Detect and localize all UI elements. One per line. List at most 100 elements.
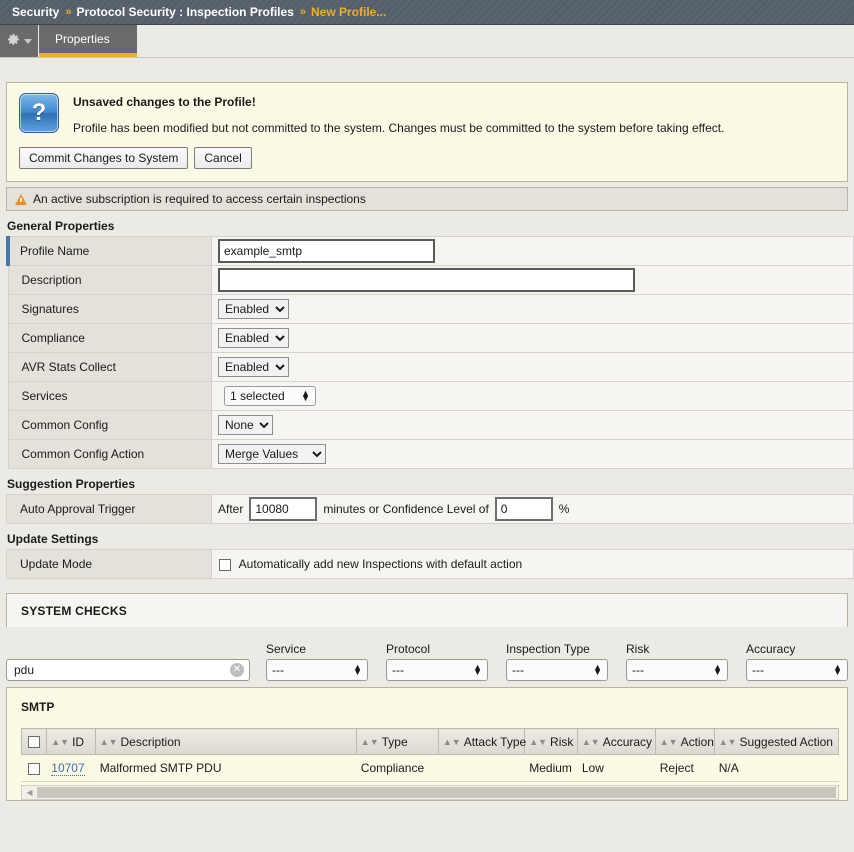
auto-add-inspections-checkbox[interactable] <box>219 559 231 571</box>
filter-inspection-type-label: Inspection Type <box>506 642 608 656</box>
table-header-row: ▲▼ID ▲▼Description ▲▼Type ▲▼Attack Type <box>22 729 839 755</box>
column-header-attack-type-label: Attack Type <box>464 735 526 749</box>
updown-spinner-icon: ▲▼ <box>301 391 310 401</box>
cell-description: Malformed SMTP PDU <box>95 755 356 782</box>
cell-signatures: Enabled <box>212 295 854 324</box>
column-header-action-label: Action <box>681 735 714 749</box>
system-checks-title: SYSTEM CHECKS <box>21 604 127 618</box>
cell-common-config-action: Merge Values <box>212 440 854 469</box>
column-header-description-label: Description <box>121 735 181 749</box>
warning-triangle-icon <box>15 194 27 205</box>
profile-name-input[interactable] <box>218 239 435 263</box>
chevron-left-icon[interactable]: ◀ <box>22 788 37 797</box>
filter-accuracy-label: Accuracy <box>746 642 848 656</box>
column-header-description[interactable]: ▲▼Description <box>95 729 356 755</box>
cell-services: 1 selected ▲▼ <box>212 382 854 411</box>
row-compliance: Compliance Enabled <box>8 324 854 353</box>
label-auto-approval-trigger: Auto Approval Trigger <box>7 495 212 524</box>
results-grid-wrapper: ▲▼ID ▲▼Description ▲▼Type ▲▼Attack Type <box>7 728 847 782</box>
tab-properties-label: Properties <box>55 32 110 46</box>
tab-properties[interactable]: Properties <box>39 25 137 57</box>
column-header-attack-type[interactable]: ▲▼Attack Type <box>438 729 524 755</box>
services-multiselect[interactable]: 1 selected ▲▼ <box>224 386 316 406</box>
filter-accuracy: Accuracy --- ▲▼ <box>746 642 848 681</box>
confidence-level-input[interactable] <box>495 497 553 521</box>
auto-approval-minutes-input[interactable] <box>249 497 317 521</box>
column-header-risk[interactable]: ▲▼Risk <box>525 729 578 755</box>
question-mark-glyph: ? <box>32 101 47 125</box>
cancel-button[interactable]: Cancel <box>194 147 251 169</box>
sort-icon: ▲▼ <box>529 738 547 747</box>
clear-search-icon[interactable]: ✕ <box>230 663 244 677</box>
filter-protocol-select[interactable]: --- ▲▼ <box>386 659 488 681</box>
label-signatures: Signatures <box>8 295 212 324</box>
filter-protocol: Protocol --- ▲▼ <box>386 642 488 681</box>
label-profile-name: Profile Name <box>8 237 212 266</box>
results-panel: SMTP ▲▼ID <box>6 687 848 801</box>
updown-spinner-icon: ▲▼ <box>473 665 482 675</box>
minutes-confidence-text: minutes or Confidence Level of <box>323 502 488 516</box>
sort-icon: ▲▼ <box>443 738 461 747</box>
filter-service: Service --- ▲▼ <box>266 642 368 681</box>
page-content: ? Unsaved changes to the Profile! Profil… <box>0 58 854 801</box>
updown-spinner-icon: ▲▼ <box>593 665 602 675</box>
description-input[interactable] <box>218 268 635 292</box>
column-header-accuracy[interactable]: ▲▼Accuracy <box>577 729 655 755</box>
column-header-type-label: Type <box>382 735 408 749</box>
subscription-warning: An active subscription is required to ac… <box>6 187 848 211</box>
avr-stats-collect-select[interactable]: Enabled <box>218 357 289 377</box>
filter-inspection-type-select[interactable]: --- ▲▼ <box>506 659 608 681</box>
horizontal-scrollbar[interactable]: ◀ <box>21 785 839 800</box>
column-header-id-label: ID <box>72 735 84 749</box>
filter-risk-select[interactable]: --- ▲▼ <box>626 659 728 681</box>
column-header-action[interactable]: ▲▼Action <box>655 729 714 755</box>
chevron-down-icon <box>24 39 32 44</box>
select-all-header <box>22 729 47 755</box>
column-header-id[interactable]: ▲▼ID <box>47 729 95 755</box>
system-checks-filter-bar: ✕ Service --- ▲▼ Protocol --- ▲▼ Inspect… <box>6 627 848 687</box>
cell-avr-stats-collect: Enabled <box>212 353 854 382</box>
cell-description <box>212 266 854 295</box>
general-properties-table: Profile Name Description Signatures Enab… <box>6 236 854 469</box>
sort-icon: ▲▼ <box>100 738 118 747</box>
commit-changes-button[interactable]: Commit Changes to System <box>19 147 188 169</box>
updown-spinner-icon: ▲▼ <box>833 665 842 675</box>
signatures-select[interactable]: Enabled <box>218 299 289 319</box>
common-config-action-select[interactable]: Merge Values <box>218 444 326 464</box>
filter-risk-label: Risk <box>626 642 728 656</box>
update-settings-heading: Update Settings <box>0 524 854 549</box>
cell-suggested-action: N/A <box>714 755 838 782</box>
cell-risk: Medium <box>525 755 578 782</box>
row-select-checkbox[interactable] <box>28 763 40 775</box>
search-input[interactable] <box>6 659 250 681</box>
cell-accuracy: Low <box>577 755 655 782</box>
compliance-select[interactable]: Enabled <box>218 328 289 348</box>
sort-icon: ▲▼ <box>582 738 600 747</box>
label-common-config-action: Common Config Action <box>8 440 212 469</box>
filter-accuracy-select[interactable]: --- ▲▼ <box>746 659 848 681</box>
cell-id: 10707 <box>47 755 95 782</box>
updown-spinner-icon: ▲▼ <box>713 665 722 675</box>
tab-bar: Properties <box>0 25 854 58</box>
filter-service-select[interactable]: --- ▲▼ <box>266 659 368 681</box>
column-header-type[interactable]: ▲▼Type <box>356 729 438 755</box>
filter-risk: Risk --- ▲▼ <box>626 642 728 681</box>
cell-type: Compliance <box>356 755 438 782</box>
gear-icon <box>6 32 21 50</box>
update-settings-table: Update Mode Automatically add new Inspec… <box>6 549 854 579</box>
inspection-id-link[interactable]: 10707 <box>51 761 84 776</box>
cell-common-config: None <box>212 411 854 440</box>
select-all-checkbox[interactable] <box>28 736 40 748</box>
breadcrumb-item-protocol-security[interactable]: Protocol Security : Inspection Profiles <box>76 5 293 19</box>
column-header-suggested-action[interactable]: ▲▼Suggested Action <box>714 729 838 755</box>
unsaved-changes-notice: ? Unsaved changes to the Profile! Profil… <box>6 82 848 182</box>
cell-compliance: Enabled <box>212 324 854 353</box>
gear-menu-button[interactable] <box>0 25 38 57</box>
common-config-select[interactable]: None <box>218 415 273 435</box>
breadcrumb-item-security[interactable]: Security <box>12 5 59 19</box>
label-services: Services <box>8 382 212 411</box>
column-header-risk-label: Risk <box>550 735 573 749</box>
label-update-mode: Update Mode <box>7 550 212 579</box>
scrollbar-thumb[interactable] <box>37 787 836 798</box>
cell-attack-type <box>438 755 524 782</box>
